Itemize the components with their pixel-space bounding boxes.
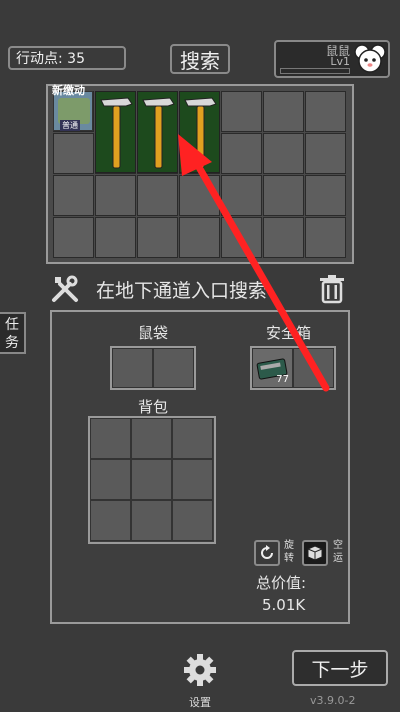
- annotation-arrow: [178, 134, 330, 392]
